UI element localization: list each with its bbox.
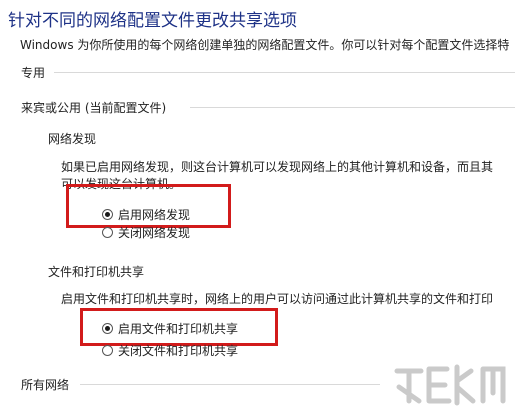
radio-unselected[interactable] [102, 345, 113, 356]
watermark-logo-graphic [394, 364, 506, 406]
section-guest-public[interactable]: 来宾或公用 (当前配置文件) [21, 99, 166, 116]
network-discovery-text-line1: 如果已启用网络发现，则这台计算机可以发现网络上的其他计算机和设备，而且其 [61, 160, 494, 174]
network-discovery-heading: 网络发现 [48, 132, 97, 146]
file-sharing-on-label: 启用文件和打印机共享 [118, 322, 239, 336]
file-sharing-heading: 文件和打印机共享 [48, 265, 145, 279]
section-divider [80, 384, 380, 385]
network-discovery-on-label: 启用网络发现 [118, 208, 191, 222]
file-sharing-text: 启用文件和打印机共享时，网络上的用户可以访问通过此计算机共享的文件和打印 [61, 292, 494, 306]
file-sharing-off-option[interactable]: 关闭文件和打印机共享 [102, 342, 238, 359]
file-sharing-on-option[interactable]: 启用文件和打印机共享 [102, 320, 238, 337]
radio-selected[interactable] [102, 209, 113, 220]
watermark-logo [391, 357, 509, 413]
page-description: Windows 为你所使用的每个网络创建单独的网络配置文件。你可以针对每个配置文… [20, 38, 510, 52]
section-private[interactable]: 专用 [21, 64, 45, 81]
radio-selected[interactable] [102, 323, 113, 334]
file-sharing-off-label: 关闭文件和打印机共享 [118, 344, 239, 358]
network-discovery-off-option[interactable]: 关闭网络发现 [102, 224, 190, 241]
network-discovery-off-label: 关闭网络发现 [118, 226, 191, 240]
section-all-networks[interactable]: 所有网络 [21, 376, 69, 393]
radio-unselected[interactable] [102, 227, 113, 238]
section-divider [190, 107, 515, 108]
page-title: 针对不同的网络配置文件更改共享选项 [8, 11, 297, 31]
section-divider [54, 72, 515, 73]
network-discovery-on-option[interactable]: 启用网络发现 [102, 206, 190, 223]
